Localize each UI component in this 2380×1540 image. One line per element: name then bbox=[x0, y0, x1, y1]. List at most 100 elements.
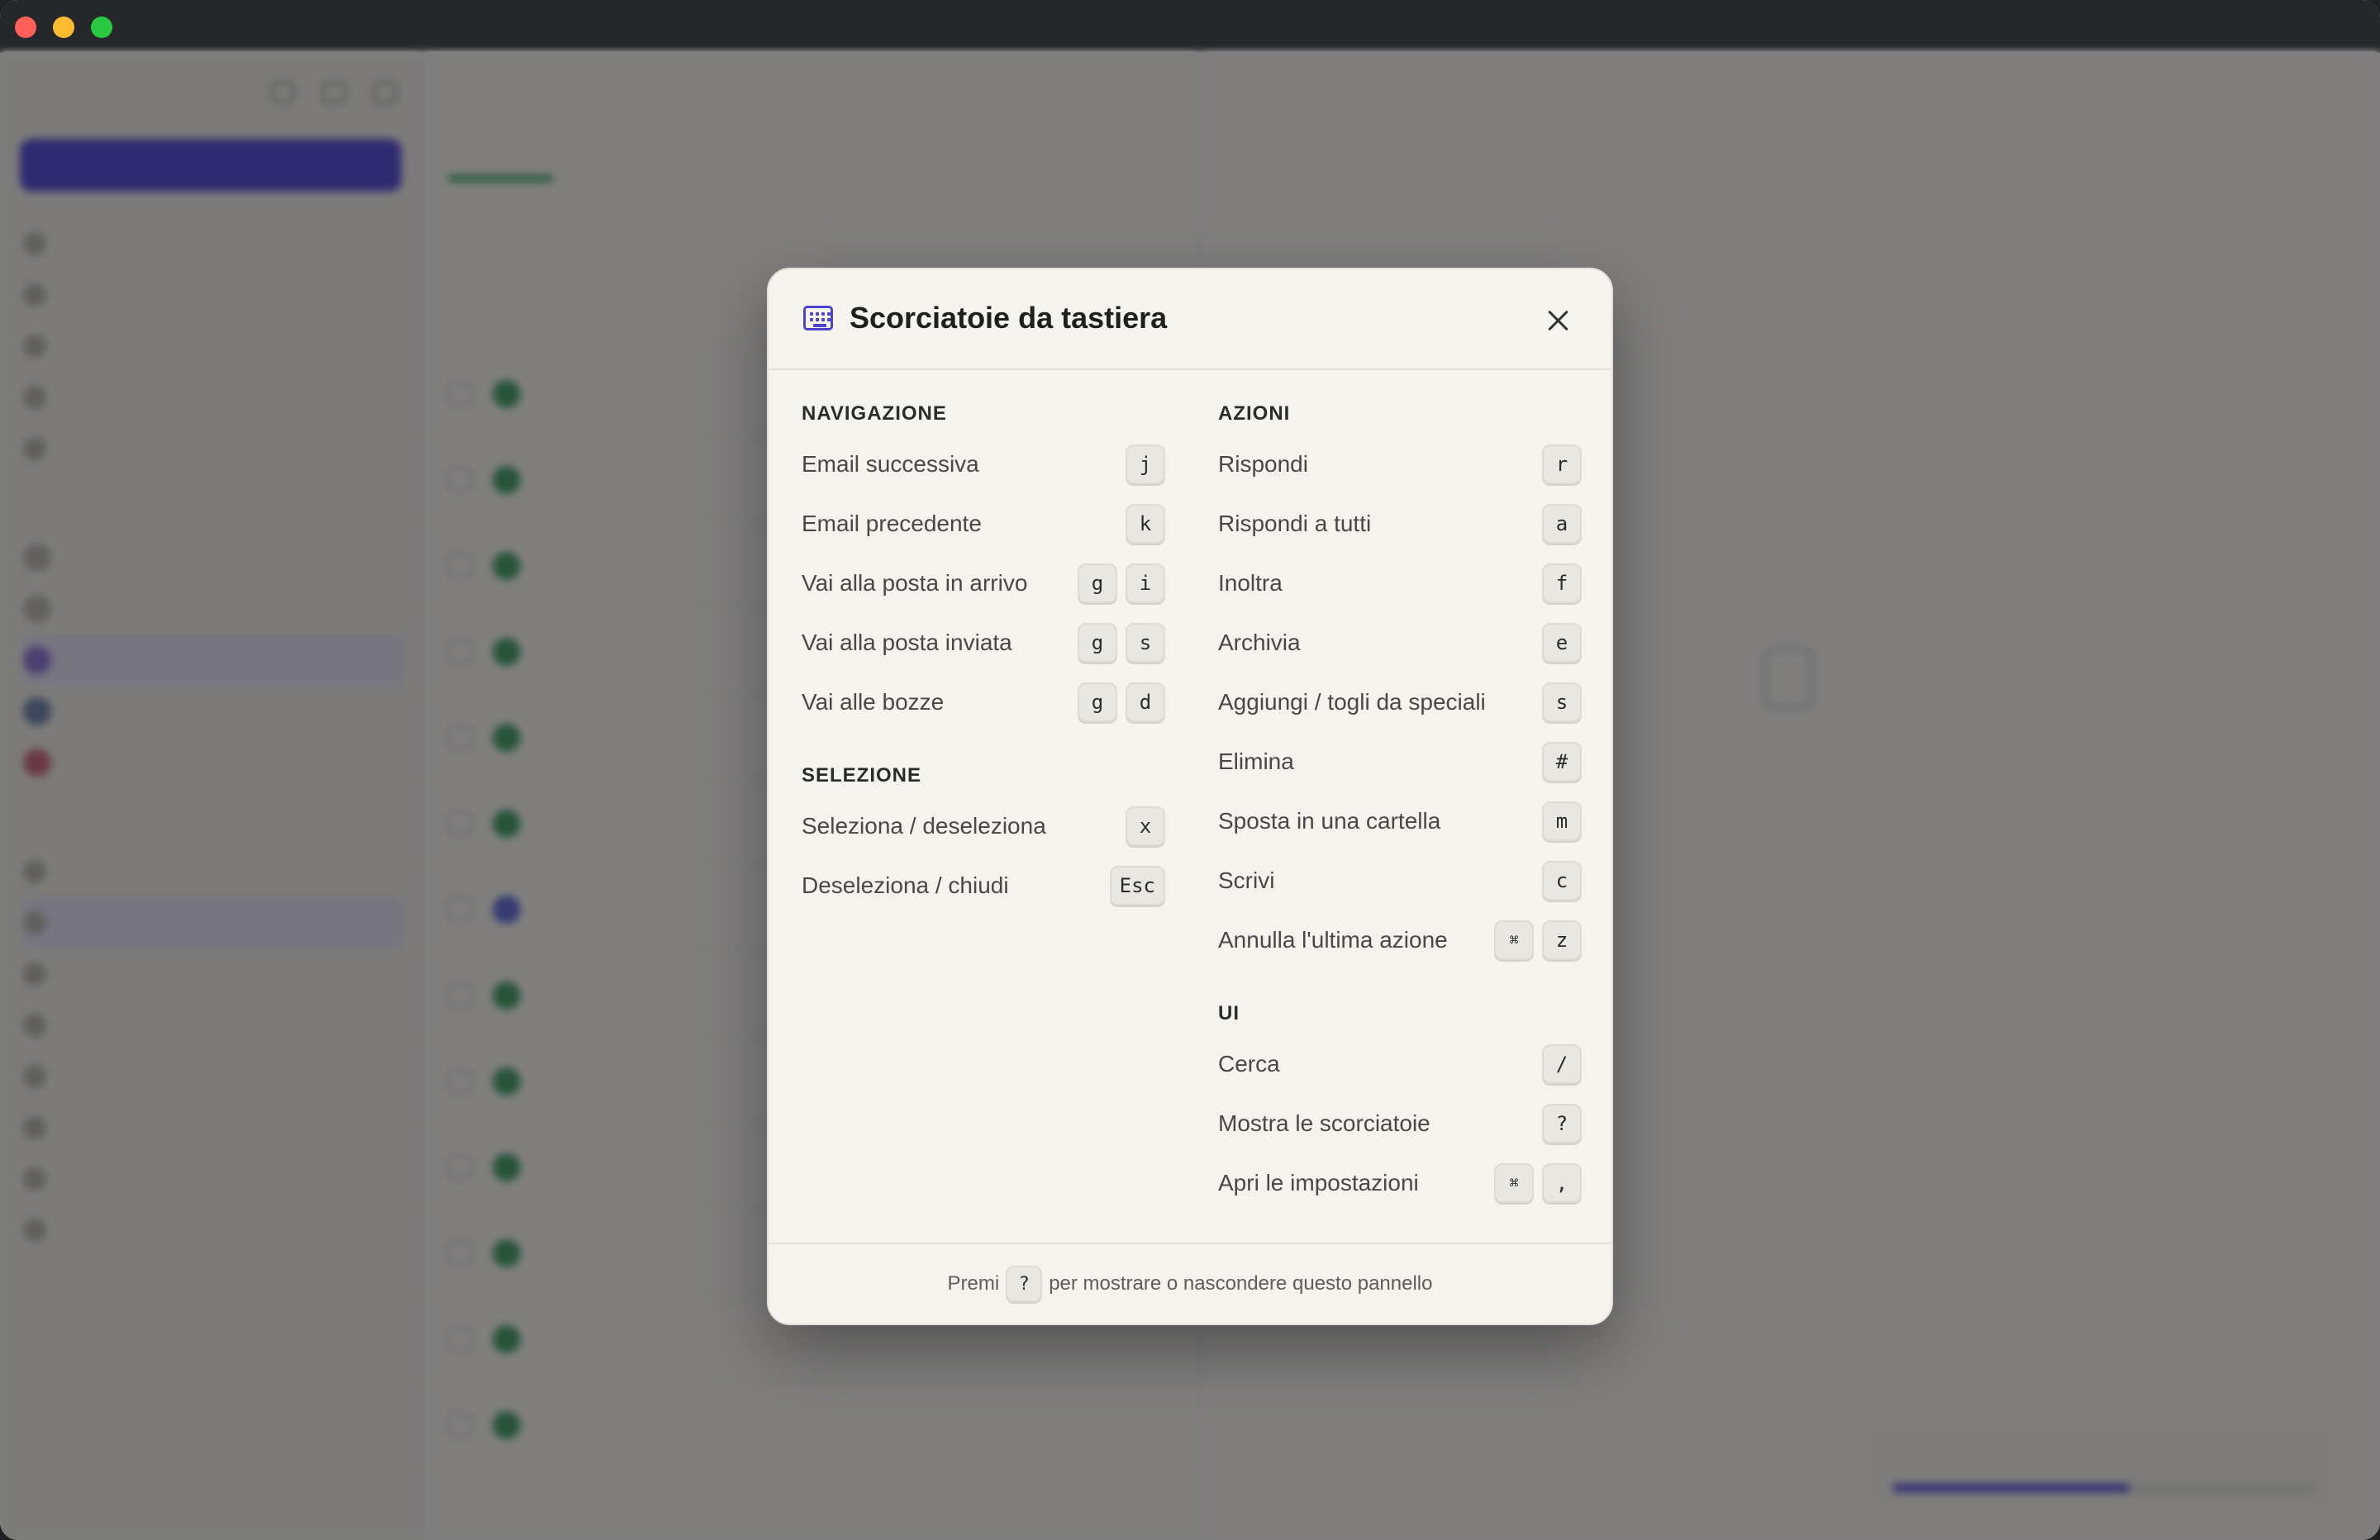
key-cap: g bbox=[1078, 682, 1117, 722]
shortcut-row-cerca: Cerca / bbox=[1218, 1034, 1582, 1094]
close-icon[interactable] bbox=[1542, 304, 1575, 337]
shortcut-row-scrivi: Scrivi c bbox=[1218, 851, 1582, 910]
shortcut-keys: ⌘, bbox=[1494, 1163, 1582, 1203]
shortcut-row-aggiungi-togli-da-speciali: Aggiungi / togli da speciali s bbox=[1218, 673, 1582, 732]
shortcut-keys: m bbox=[1542, 801, 1582, 841]
key-cap: z bbox=[1542, 920, 1582, 960]
shortcut-label: Rispondi bbox=[1218, 451, 1308, 477]
key-cap: i bbox=[1126, 563, 1165, 603]
dialog-title: Scorciatoie da tastiera bbox=[850, 301, 1168, 335]
shortcut-keys: e bbox=[1542, 623, 1582, 663]
key-cap: x bbox=[1126, 806, 1165, 846]
section-title-azioni: AZIONI bbox=[1218, 402, 1291, 425]
close-window-button[interactable] bbox=[15, 17, 36, 38]
shortcut-row-vai-alla-posta-inviata: Vai alla posta inviata g s bbox=[802, 613, 1165, 673]
shortcut-row-rispondi-a-tutti: Rispondi a tutti a bbox=[1218, 494, 1582, 554]
key-cap: s bbox=[1126, 623, 1165, 663]
shortcut-row-apri-le-impostazioni: Apri le impostazioni ⌘, bbox=[1218, 1153, 1582, 1213]
shortcut-label: Annulla l'ultima azione bbox=[1218, 927, 1448, 953]
key-cap: g bbox=[1078, 563, 1117, 603]
key-cap: a bbox=[1542, 504, 1582, 544]
app-window: Scorciatoie da tastiera NAVIGAZIONE Email… bbox=[0, 0, 2380, 1540]
key-cap: g bbox=[1078, 623, 1117, 663]
key-cap: j bbox=[1126, 444, 1165, 484]
shortcut-label: Vai alla posta inviata bbox=[802, 630, 1012, 655]
shortcut-label: Archivia bbox=[1218, 630, 1301, 655]
minimize-window-button[interactable] bbox=[53, 17, 74, 38]
key-cap: , bbox=[1542, 1163, 1582, 1203]
shortcut-label: Apri le impostazioni bbox=[1218, 1170, 1419, 1195]
shortcut-keys: k bbox=[1126, 504, 1165, 544]
shortcut-keys: gd bbox=[1078, 682, 1165, 722]
key-cap: s bbox=[1542, 682, 1582, 722]
shortcut-keys: gi bbox=[1078, 563, 1165, 603]
shortcut-label: Elimina bbox=[1218, 749, 1294, 774]
shortcut-row-sposta-in-una-cartella: Sposta in una cartella m bbox=[1218, 791, 1582, 851]
shortcut-label: Vai alle bozze bbox=[802, 689, 945, 715]
shortcut-row-annulla-l-ultima-azione: Annulla l'ultima azione ⌘ z bbox=[1218, 910, 1582, 970]
shortcut-keys: a bbox=[1542, 504, 1582, 544]
shortcut-row-vai-alla-posta-in-arrivo: Vai alla posta in arrivo g i bbox=[802, 554, 1165, 613]
key-cap: / bbox=[1542, 1044, 1582, 1084]
shortcuts-dialog: Scorciatoie da tastiera NAVIGAZIONE Email… bbox=[767, 268, 1613, 1325]
key-cap: d bbox=[1126, 682, 1165, 722]
shortcut-row-email-precedente: Email precedente k bbox=[802, 494, 1165, 554]
zoom-window-button[interactable] bbox=[91, 17, 112, 38]
shortcut-keys: j bbox=[1126, 444, 1165, 484]
shortcut-label: Deseleziona / chiudi bbox=[802, 872, 1009, 898]
shortcut-keys: ? bbox=[1542, 1104, 1582, 1143]
key-cap: k bbox=[1126, 504, 1165, 544]
shortcut-label: Rispondi a tutti bbox=[1218, 511, 1372, 536]
shortcut-row-email-successiva: Email successiva j bbox=[802, 435, 1165, 494]
shortcut-column-left: NAVIGAZIONE Email successiva j Email preced… bbox=[802, 393, 1165, 915]
shortcut-keys: x bbox=[1126, 806, 1165, 846]
shortcut-label: Aggiungi / togli da speciali bbox=[1218, 689, 1486, 715]
dialog-body: NAVIGAZIONE Email successiva j Email preced… bbox=[802, 393, 1582, 1219]
section-title-navigazione: NAVIGAZIONE bbox=[802, 402, 947, 425]
keyboard-icon bbox=[803, 306, 833, 330]
shortcut-row-rispondi: Rispondi r bbox=[1218, 435, 1582, 494]
section-title-selezione: SELEZIONE bbox=[802, 764, 922, 787]
shortcut-label: Scrivi bbox=[1218, 867, 1275, 893]
dialog-footer: Premi ? per mostrare o nascondere questo… bbox=[769, 1243, 1611, 1324]
shortcut-row-deseleziona-chiudi: Deseleziona / chiudi Esc bbox=[802, 856, 1165, 915]
shortcut-label: Inoltra bbox=[1218, 570, 1283, 596]
dialog-header: Scorciatoie da tastiera bbox=[769, 269, 1611, 370]
shortcut-keys: ⌘ z bbox=[1494, 920, 1582, 960]
shortcut-keys: s bbox=[1542, 682, 1582, 722]
section-title-ui: UI bbox=[1218, 1002, 1240, 1024]
key-cap: c bbox=[1542, 861, 1582, 901]
key-cap: f bbox=[1542, 563, 1582, 603]
key-cap: ⌘ bbox=[1494, 1163, 1534, 1203]
shortcut-label: Cerca bbox=[1218, 1051, 1280, 1077]
key-cap: Esc bbox=[1109, 866, 1165, 905]
shortcut-row-inoltra: Inoltra f bbox=[1218, 554, 1582, 613]
shortcut-label: Sposta in una cartella bbox=[1218, 808, 1441, 834]
key-cap: e bbox=[1542, 623, 1582, 663]
shortcut-row-seleziona-deseleziona: Seleziona / deseleziona x bbox=[802, 796, 1165, 856]
footer-suffix: per mostrare o nascondere questo pannell… bbox=[1049, 1272, 1433, 1295]
shortcut-label: Email successiva bbox=[802, 451, 979, 477]
shortcut-keys: # bbox=[1542, 742, 1582, 782]
shortcut-keys: gs bbox=[1078, 623, 1165, 663]
shortcut-label: Vai alla posta in arrivo bbox=[802, 570, 1028, 596]
shortcut-label: Email precedente bbox=[802, 511, 982, 536]
shortcut-row-vai-alle-bozze: Vai alle bozze g d bbox=[802, 673, 1165, 732]
shortcut-label: Seleziona / deseleziona bbox=[802, 813, 1046, 839]
shortcut-label: Mostra le scorciatoie bbox=[1218, 1110, 1430, 1136]
footer-key: ? bbox=[1006, 1266, 1043, 1302]
shortcut-column-right: AZIONI Rispondi r Rispondi a tutti a Inoltra f… bbox=[1218, 393, 1582, 1213]
key-cap: r bbox=[1542, 444, 1582, 484]
shortcut-keys: / bbox=[1542, 1044, 1582, 1084]
shortcut-row-mostra-le-scorciatoie: Mostra le scorciatoie? bbox=[1218, 1094, 1582, 1153]
footer-prefix: Premi bbox=[947, 1272, 1000, 1295]
key-cap: m bbox=[1542, 801, 1582, 841]
shortcut-row-elimina: Elimina # bbox=[1218, 732, 1582, 791]
shortcut-keys: c bbox=[1542, 861, 1582, 901]
shortcut-keys: r bbox=[1542, 444, 1582, 484]
key-cap: # bbox=[1542, 742, 1582, 782]
shortcut-keys: Esc bbox=[1109, 866, 1165, 905]
key-cap: ⌘ bbox=[1494, 920, 1534, 960]
